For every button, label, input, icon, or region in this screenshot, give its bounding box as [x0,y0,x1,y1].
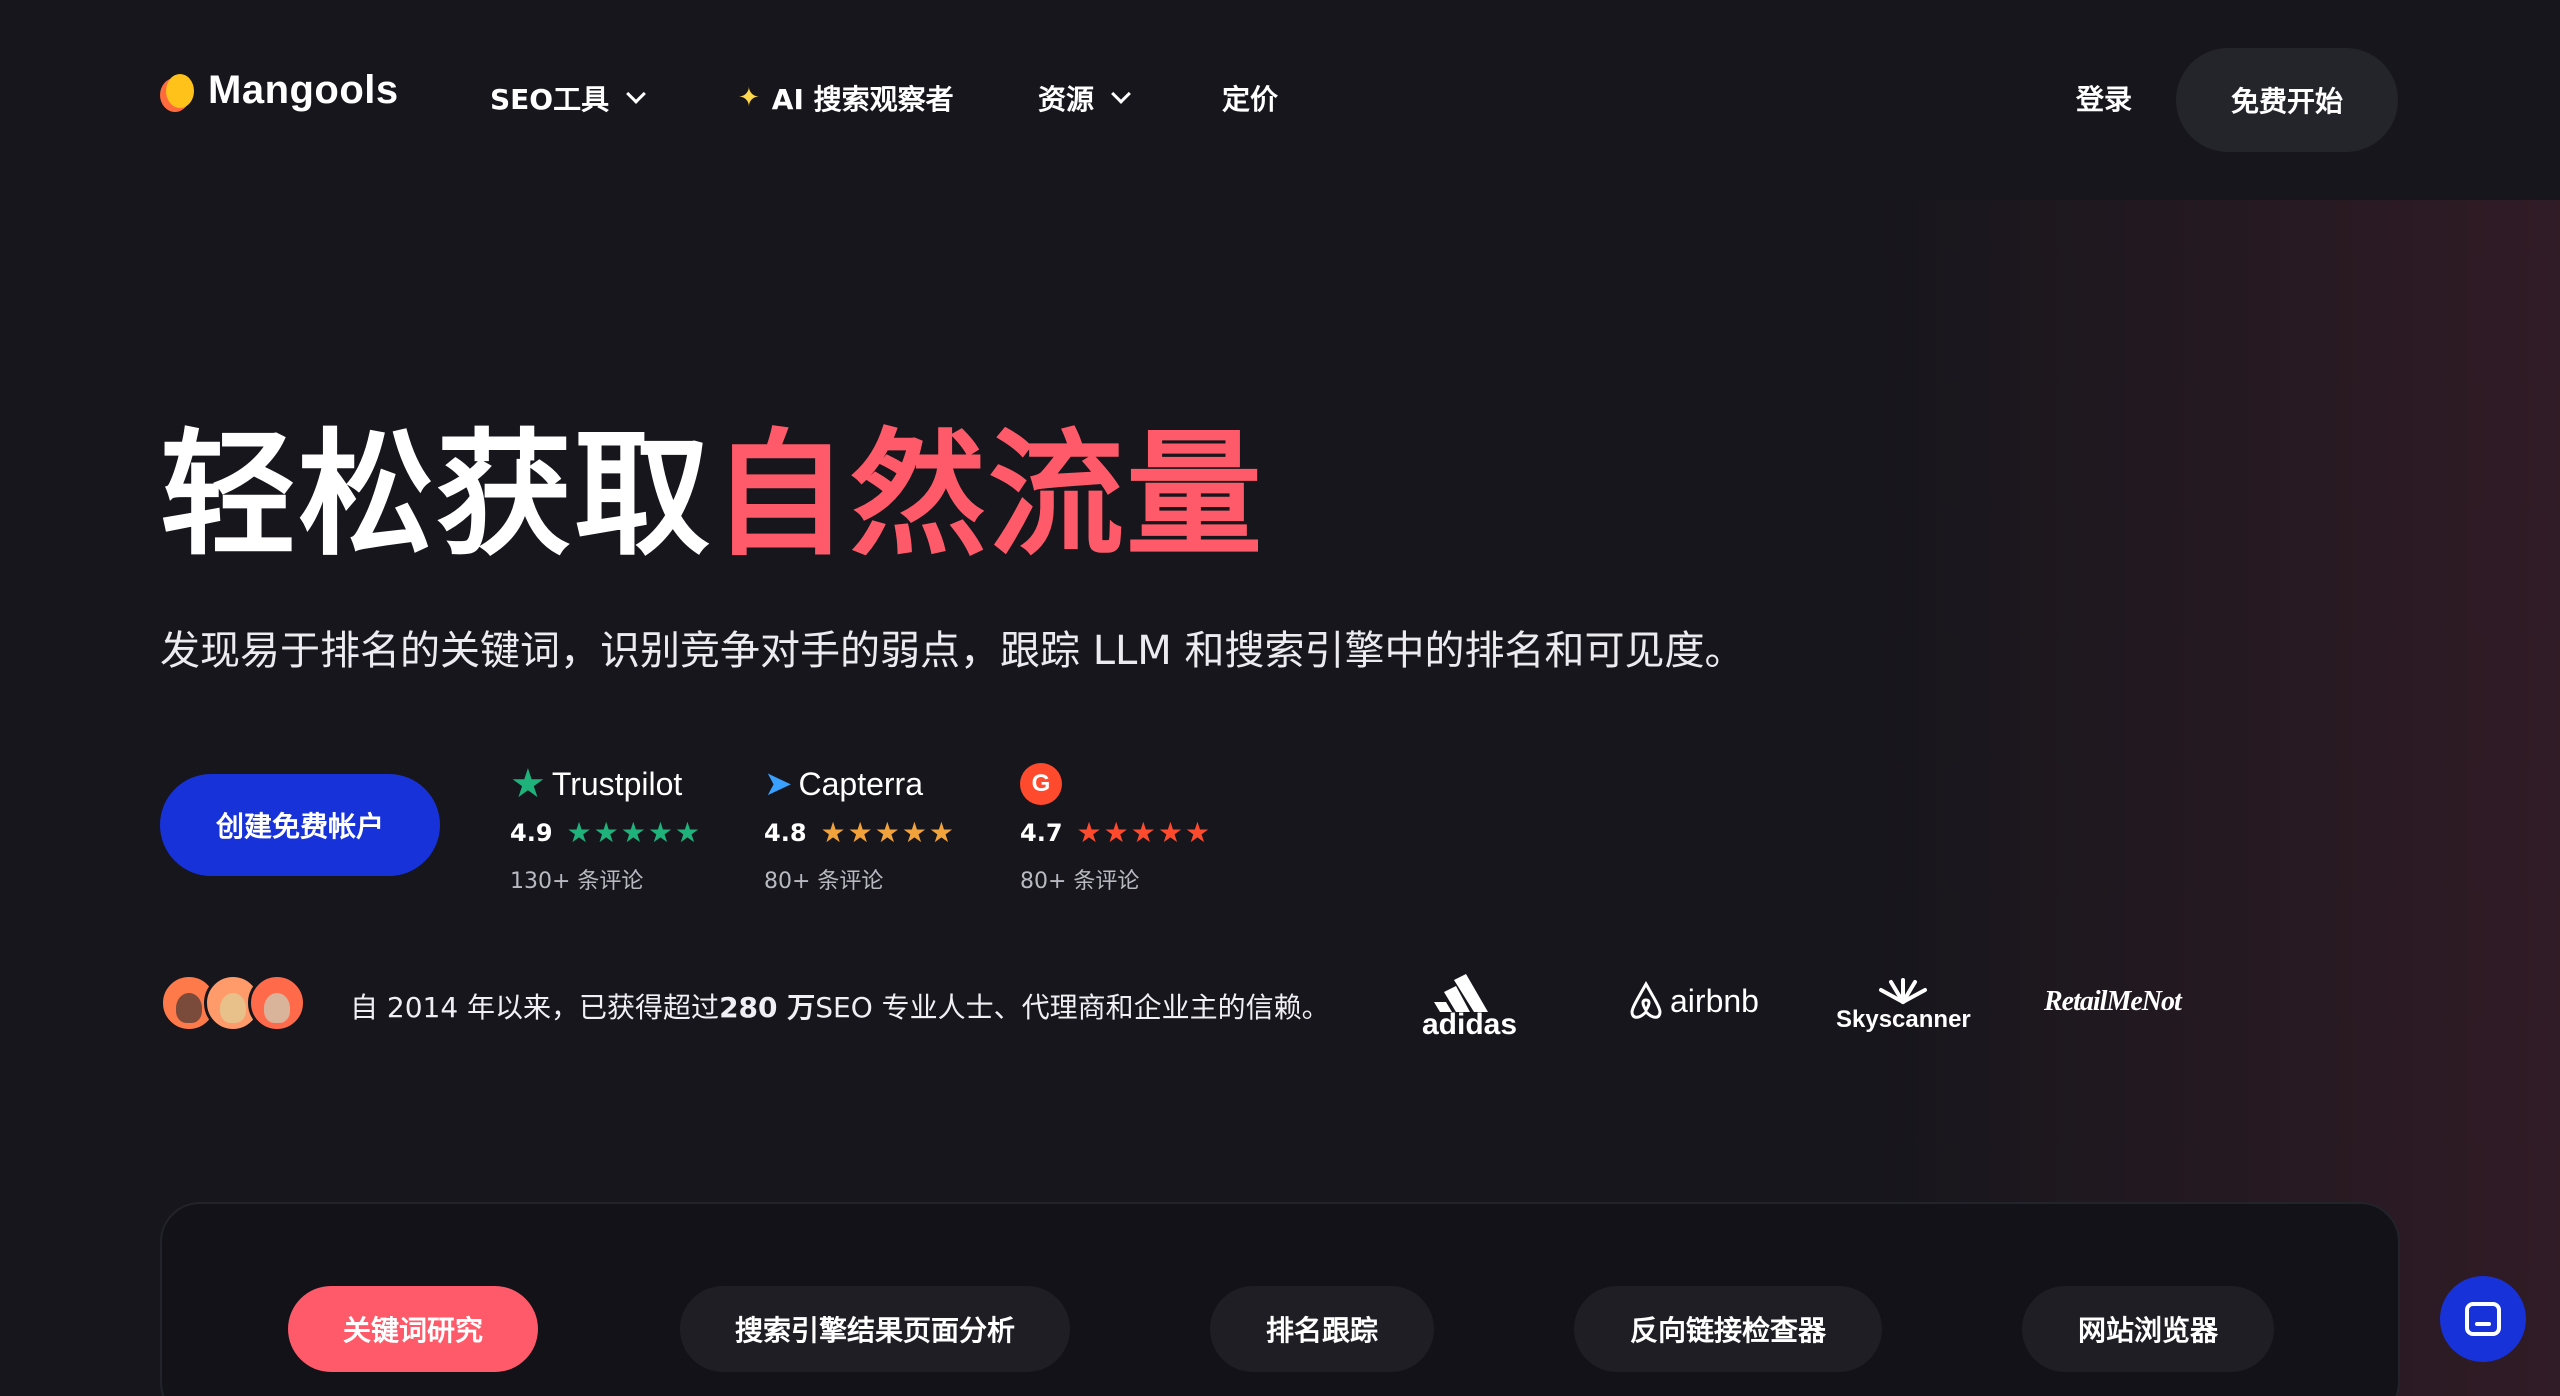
capterra-brand: ➤ Capterra [764,762,956,806]
rating-score: 4.7 [1020,818,1063,847]
customer-avatars [160,974,306,1032]
skyscanner-logo: Skyscanner [1836,976,1971,1034]
sparkle-icon: ✦ [738,83,760,113]
client-name: airbnb [1670,982,1759,1019]
mangools-logo-icon [160,70,194,112]
trustpilot-brand: ★ Trustpilot [510,762,702,806]
rating-g2[interactable]: G 4.7 ★★★★★ 80+ 条评论 [1020,762,1212,895]
adidas-logo: adidas [1422,974,1518,1041]
hero-subtitle: 发现易于排名的关键词，识别竞争对手的弱点，跟踪 LLM 和搜索引擎中的排名和可见… [160,628,1745,674]
nav-item-label: 定价 [1222,83,1279,116]
rating-count: 130+ 条评论 [510,869,644,894]
nav-item-label: AI 搜索观察者 [771,83,954,116]
trustpilot-star-icon: ★ [510,762,546,806]
trust-statement: 自 2014 年以来，已获得超过280 万SEO 专业人士、代理商和企业主的信赖… [350,986,1330,1026]
rating-score: 4.8 [764,818,807,847]
chat-support-button[interactable] [2440,1276,2526,1362]
chat-icon [2465,1302,2501,1336]
nav-item-label: 资源 [1038,83,1095,116]
airbnb-belo-icon [1630,980,1662,1019]
nav-item-seo-tools[interactable]: SEO工具 [490,78,647,118]
client-name: RetailMeNot [2044,986,2182,1017]
skyscanner-sun-icon [1879,978,1928,1004]
tab-site-explorer[interactable]: 网站浏览器 [2022,1286,2274,1372]
rating-stars-icon: ★★★★★ [566,816,703,849]
trust-text-after: SEO 专业人士、代理商和企业主的信赖。 [815,991,1330,1024]
rating-count: 80+ 条评论 [1020,869,1140,894]
rating-stars-icon: ★★★★★ [820,816,957,849]
create-free-account-button[interactable]: 创建免费帐户 [160,774,440,876]
rating-capterra[interactable]: ➤ Capterra 4.8 ★★★★★ 80+ 条评论 [764,762,956,895]
hero-title: 轻松获取自然流量 [160,416,1264,576]
g2-brand: G [1020,762,1212,806]
client-name: adidas [1422,1008,1518,1041]
client-name: Skyscanner [1836,1006,1971,1033]
rating-trustpilot[interactable]: ★ Trustpilot 4.9 ★★★★★ 130+ 条评论 [510,762,702,895]
chevron-down-icon [1111,84,1131,104]
trust-text-bold: 280 万 [719,991,816,1024]
rating-score: 4.9 [510,818,553,847]
nav-item-ai-search-watcher[interactable]: ✦ AI 搜索观察者 [738,78,954,118]
trust-text-before: 自 2014 年以来，已获得超过 [350,991,720,1024]
chevron-down-icon [626,84,647,104]
adidas-stripes-icon [1433,974,1488,1012]
nav-item-label: SEO工具 [490,83,610,116]
tab-rank-tracking[interactable]: 排名跟踪 [1210,1286,1434,1372]
start-free-button[interactable]: 免费开始 [2176,48,2398,152]
logo[interactable]: Mangools [160,68,399,113]
rating-stars-icon: ★★★★★ [1076,816,1213,849]
rating-brand-label: Capterra [798,765,924,802]
rating-count: 80+ 条评论 [764,869,884,894]
capterra-arrow-icon: ➤ [764,765,793,803]
top-navigation: Mangools SEO工具 ✦ AI 搜索观察者 资源 定价 登录 免费开始 [0,0,2560,200]
nav-item-pricing[interactable]: 定价 [1222,78,1278,118]
login-link[interactable]: 登录 [2076,78,2132,118]
tab-keyword-research[interactable]: 关键词研究 [288,1286,538,1372]
avatar [248,974,306,1032]
rating-brand-label: Trustpilot [551,765,683,802]
hero-title-main: 轻松获取 [160,417,712,575]
retailmenot-logo: RetailMeNot [2044,986,2182,1018]
tab-backlink-checker[interactable]: 反向链接检查器 [1574,1286,1882,1372]
tab-serp-analysis[interactable]: 搜索引擎结果页面分析 [680,1286,1070,1372]
airbnb-logo: airbnb [1628,980,1759,1022]
logo-text: Mangools [208,68,399,112]
nav-item-resources[interactable]: 资源 [1038,78,1131,118]
hero-title-accent: 自然流量 [712,417,1264,575]
g2-logo-icon: G [1020,763,1062,805]
